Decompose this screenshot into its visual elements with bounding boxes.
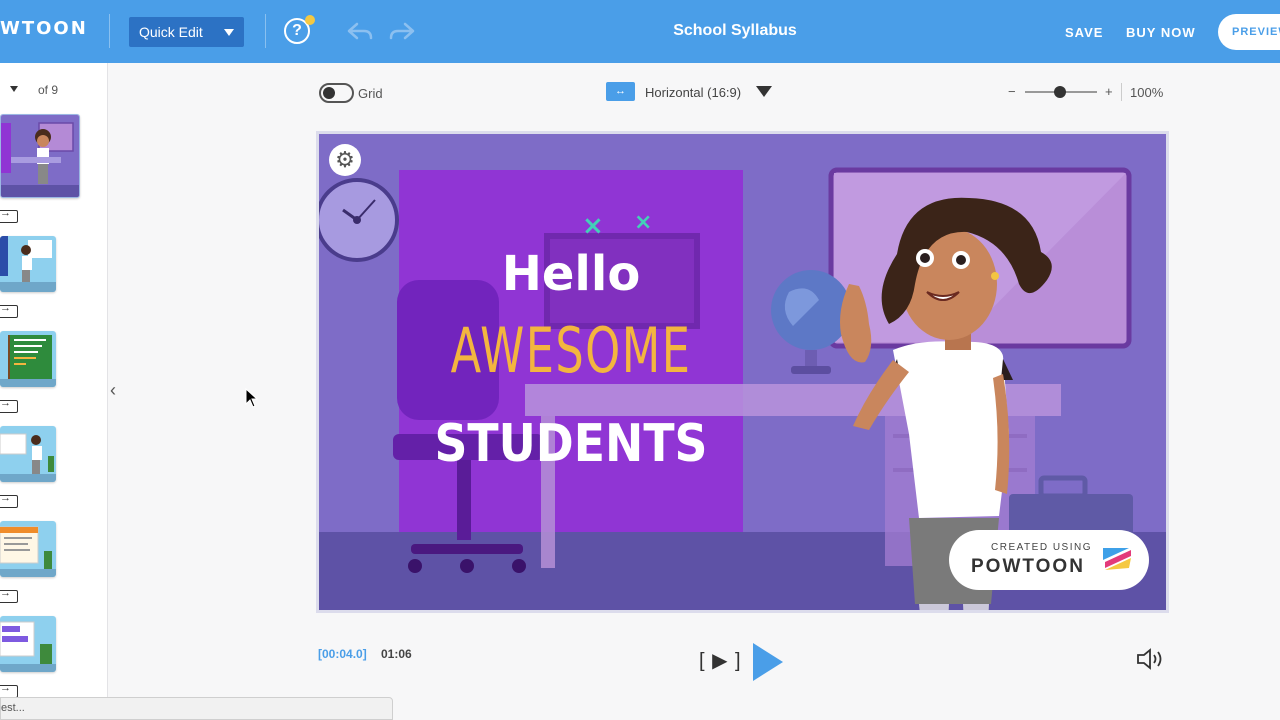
divider <box>1121 83 1122 101</box>
zoom-slider-handle[interactable] <box>1054 86 1066 98</box>
volume-icon[interactable] <box>1136 648 1166 670</box>
slide-thumbnail[interactable] <box>0 236 56 292</box>
transition-icon[interactable] <box>0 302 18 318</box>
status-bar: est... <box>0 697 393 720</box>
headline-hello[interactable]: Hello <box>399 246 743 302</box>
buy-now-button[interactable]: BUY NOW <box>1126 25 1196 40</box>
current-time: [00:04.0] <box>318 647 367 661</box>
slide-thumbnail[interactable] <box>0 616 56 672</box>
slide-count: of 9 <box>38 83 59 97</box>
svg-text:×: × <box>634 210 652 235</box>
play-scene-button[interactable]: [ ▶ ] <box>699 648 742 673</box>
watermark-badge: CREATED USING POWTOON <box>949 530 1149 590</box>
top-bar: WTOON Quick Edit ? School Syllabus SAVE … <box>0 0 1280 63</box>
slide-thumbnail[interactable] <box>0 426 56 482</box>
transition-icon[interactable] <box>0 397 18 413</box>
headline-students[interactable]: STUDENTS <box>420 414 723 474</box>
status-text: est... <box>1 702 25 714</box>
slide-canvas[interactable]: × × ⚙ Hello AWESOME STUDENTS CREATED USI… <box>316 131 1169 613</box>
play-icon[interactable] <box>753 643 783 681</box>
total-duration: 01:06 <box>381 647 412 661</box>
slide-thumbnail[interactable] <box>0 521 56 577</box>
grid-label: Grid <box>358 86 383 101</box>
orientation-select[interactable]: Horizontal (16:9) <box>645 85 741 100</box>
slide-thumbnail[interactable] <box>0 114 80 198</box>
preview-button[interactable]: PREVIEW <box>1218 14 1280 50</box>
mouse-cursor-icon <box>245 388 259 408</box>
transition-icon[interactable] <box>0 587 18 603</box>
gear-icon[interactable]: ⚙ <box>329 144 361 176</box>
watermark-title: POWTOON <box>971 556 1085 577</box>
zoom-level: 100% <box>1130 85 1164 100</box>
toggle-knob <box>323 87 335 99</box>
slide-thumbnail[interactable] <box>0 331 56 387</box>
powtoon-logo-icon <box>1103 548 1131 570</box>
slides-panel: of 9 <box>0 63 108 720</box>
transition-icon[interactable] <box>0 492 18 508</box>
watermark-subtitle: CREATED USING <box>991 542 1092 553</box>
zoom-out-button[interactable]: − <box>1008 84 1016 99</box>
horizontal-arrows-icon[interactable]: ↔ <box>606 82 635 101</box>
save-button[interactable]: SAVE <box>1065 25 1103 40</box>
chevron-down-icon[interactable] <box>10 86 18 92</box>
svg-text:×: × <box>582 211 604 241</box>
zoom-in-button[interactable]: + <box>1105 84 1113 99</box>
chevron-down-icon[interactable] <box>756 86 772 97</box>
grid-toggle[interactable] <box>319 83 354 103</box>
collapse-panel-chevron-icon[interactable]: ‹ <box>110 380 116 401</box>
headline-awesome[interactable]: AWESOME <box>447 314 695 387</box>
transition-icon[interactable] <box>0 207 18 223</box>
